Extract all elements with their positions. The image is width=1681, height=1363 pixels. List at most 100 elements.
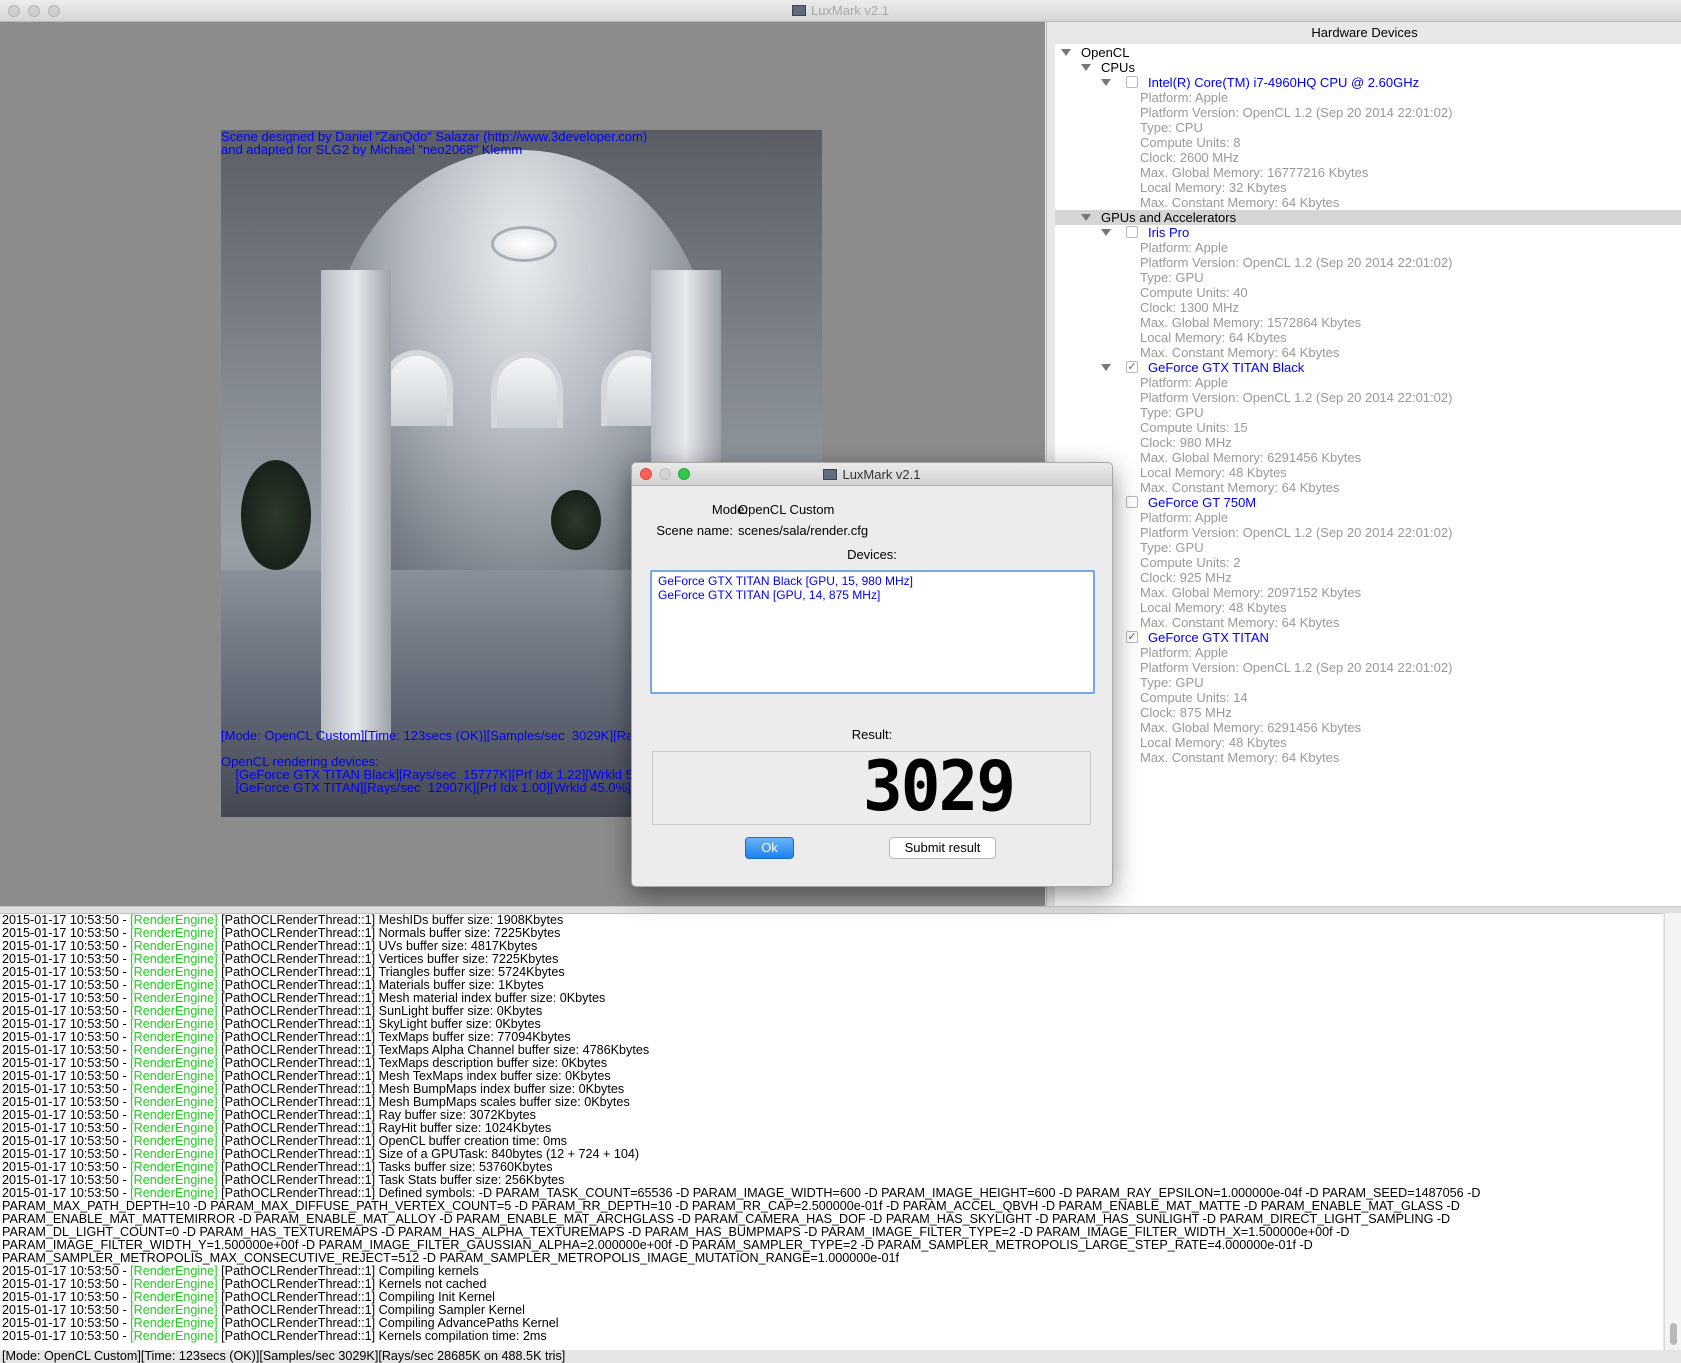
log-scrollbar-thumb[interactable]: [1670, 1323, 1677, 1345]
log-tag: [RenderEngine]: [130, 1004, 218, 1018]
device-property: Type: GPU: [1140, 540, 1204, 555]
log-tag: [RenderEngine]: [130, 965, 218, 979]
submit-result-button[interactable]: Submit result: [889, 837, 996, 859]
scene-name-value: scenes/sala/render.cfg: [738, 523, 869, 538]
scene-skylight: [491, 226, 557, 262]
log-message: PARAM_MAX_PATH_DEPTH=10 -D PARAM_MAX_DIF…: [2, 1199, 1460, 1213]
log-tag: [RenderEngine]: [130, 1095, 218, 1109]
disclosure-triangle-icon[interactable]: [1081, 214, 1091, 221]
device-property: Compute Units: 15: [1140, 420, 1248, 435]
log-timestamp: 2015-01-17 10:53:50 -: [2, 1160, 131, 1174]
window-titlebar: LuxMark v2.1: [0, 0, 1681, 22]
device-checkbox[interactable]: ✓: [1126, 361, 1138, 373]
log-timestamp: 2015-01-17 10:53:50 -: [2, 1264, 131, 1278]
device-property: Max. Constant Memory: 64 Kbytes: [1140, 345, 1340, 360]
log-tag: [RenderEngine]: [130, 1186, 218, 1200]
device-property: Platform: Apple: [1140, 240, 1229, 255]
dialog-title: LuxMark v2.1: [632, 467, 1112, 482]
log-timestamp: 2015-01-17 10:53:50 -: [2, 939, 131, 953]
device-property: Local Memory: 48 Kbytes: [1140, 600, 1287, 615]
disclosure-triangle-icon[interactable]: [1101, 79, 1111, 86]
hardware-devices-tree[interactable]: OpenCL CPUs Intel(R) Core(TM) i7-4960HQ CP…: [1055, 44, 1681, 906]
log-tag: [RenderEngine]: [130, 926, 218, 940]
device-property: Max. Global Memory: 6291456 Kbytes: [1140, 720, 1362, 735]
log-message: [PathOCLRenderThread::1] TexMaps Alpha C…: [217, 1043, 650, 1057]
log-tag: [RenderEngine]: [130, 1043, 218, 1057]
devices-list[interactable]: GeForce GTX TITAN Black [GPU, 15, 980 MH…: [650, 570, 1095, 694]
device-checkbox[interactable]: ✓: [1126, 631, 1138, 643]
log-tag: [RenderEngine]: [130, 1121, 218, 1135]
device-property: Compute Units: 8: [1140, 135, 1241, 150]
log-timestamp: 2015-01-17 10:53:50 -: [2, 1004, 131, 1018]
device-property: Local Memory: 32 Kbytes: [1140, 180, 1287, 195]
hardware-devices-header: Hardware Devices: [1311, 25, 1418, 40]
log-tag: [RenderEngine]: [130, 939, 218, 953]
tree-root-opencl: OpenCL: [1081, 45, 1130, 60]
log-message: [PathOCLRenderThread::1] Vertices buffer…: [217, 952, 559, 966]
log-message: [PathOCLRenderThread::1] Mesh material i…: [217, 991, 606, 1005]
device-checkbox[interactable]: [1126, 226, 1138, 238]
disclosure-triangle-icon[interactable]: [1061, 49, 1071, 56]
log-timestamp: 2015-01-17 10:53:50 -: [2, 1043, 131, 1057]
ok-button[interactable]: Ok: [745, 837, 794, 859]
result-value: 3029: [863, 746, 1016, 827]
device-property: Platform: Apple: [1140, 645, 1229, 660]
device-checkbox[interactable]: [1126, 496, 1138, 508]
log-message: [PathOCLRenderThread::1] Materials buffe…: [217, 978, 544, 992]
log-timestamp: 2015-01-17 10:53:50 -: [2, 991, 131, 1005]
log-tag: [RenderEngine]: [130, 1329, 218, 1343]
log-tag: [RenderEngine]: [130, 1303, 218, 1317]
log-message: PARAM_IMAGE_FILTER_WIDTH_Y=1.500000e+00f…: [2, 1238, 1313, 1252]
mode-value: OpenCL Custom: [738, 502, 835, 517]
device-property: Local Memory: 48 Kbytes: [1140, 465, 1287, 480]
pane-splitter[interactable]: [0, 906, 1681, 913]
disclosure-triangle-icon[interactable]: [1101, 364, 1111, 371]
log-tag: [RenderEngine]: [130, 1030, 218, 1044]
log-timestamp: 2015-01-17 10:53:50 -: [2, 913, 131, 927]
device-property: Type: GPU: [1140, 405, 1204, 420]
log-tag: [RenderEngine]: [130, 952, 218, 966]
scene-window: [381, 350, 453, 426]
device-name: Intel(R) Core(TM) i7-4960HQ CPU @ 2.60GH…: [1148, 75, 1420, 90]
log-message: [PathOCLRenderThread::1] OpenCL buffer c…: [217, 1134, 567, 1148]
device-property: Platform Version: OpenCL 1.2 (Sep 20 201…: [1140, 105, 1453, 120]
device-property: Type: GPU: [1140, 270, 1204, 285]
log-console[interactable]: 2015-01-17 10:53:50 - [RenderEngine] [Pa…: [0, 913, 1663, 1351]
device-list-item: GeForce GTX TITAN Black [GPU, 15, 980 MH…: [658, 574, 913, 588]
device-property: Max. Global Memory: 1572864 Kbytes: [1140, 315, 1362, 330]
log-message: [PathOCLRenderThread::1] RayHit buffer s…: [217, 1121, 552, 1135]
device-property: Max. Global Memory: 16777216 Kbytes: [1140, 165, 1369, 180]
log-message: [PathOCLRenderThread::1] Task Stats buff…: [217, 1173, 565, 1187]
window-title-text: LuxMark v2.1: [810, 3, 890, 18]
result-dialog: LuxMark v2.1 Mode: OpenCL Custom Scene n…: [631, 462, 1113, 887]
device-property: Clock: 1300 MHz: [1140, 300, 1239, 315]
log-timestamp: 2015-01-17 10:53:50 -: [2, 1134, 131, 1148]
scene-plant: [551, 490, 601, 550]
log-timestamp: 2015-01-17 10:53:50 -: [2, 978, 131, 992]
device-property: Platform: Apple: [1140, 375, 1229, 390]
log-message: [PathOCLRenderThread::1] UVs buffer size…: [217, 939, 538, 953]
log-message: PARAM_DL_LIGHT_COUNT=0 -D PARAM_HAS_TEXT…: [2, 1225, 1350, 1239]
device-property: Max. Constant Memory: 64 Kbytes: [1140, 195, 1340, 210]
device-property: Platform: Apple: [1140, 90, 1229, 105]
log-message: [PathOCLRenderThread::1] Kernels not cac…: [217, 1277, 487, 1291]
device-list-item: GeForce GTX TITAN [GPU, 14, 875 MHz]: [658, 588, 881, 602]
log-tag: [RenderEngine]: [130, 1082, 218, 1096]
disclosure-triangle-icon[interactable]: [1081, 64, 1091, 71]
log-tag: [RenderEngine]: [130, 1316, 218, 1330]
device-property: Type: GPU: [1140, 675, 1204, 690]
device-name: GeForce GTX TITAN: [1148, 630, 1269, 645]
result-label: Result:: [851, 727, 893, 742]
log-tag: [RenderEngine]: [130, 1173, 218, 1187]
log-message: [PathOCLRenderThread::1] Size of a GPUTa…: [217, 1147, 640, 1161]
log-tag: [RenderEngine]: [130, 978, 218, 992]
log-timestamp: 2015-01-17 10:53:50 -: [2, 1290, 131, 1304]
log-scrollbar[interactable]: [1664, 913, 1681, 1350]
scene-pillar: [321, 270, 391, 740]
log-timestamp: 2015-01-17 10:53:50 -: [2, 1095, 131, 1109]
scene-window: [491, 352, 563, 428]
disclosure-triangle-icon[interactable]: [1101, 229, 1111, 236]
log-tag: [RenderEngine]: [130, 1017, 218, 1031]
device-checkbox[interactable]: [1126, 76, 1138, 88]
window-title: LuxMark v2.1: [0, 3, 1681, 18]
